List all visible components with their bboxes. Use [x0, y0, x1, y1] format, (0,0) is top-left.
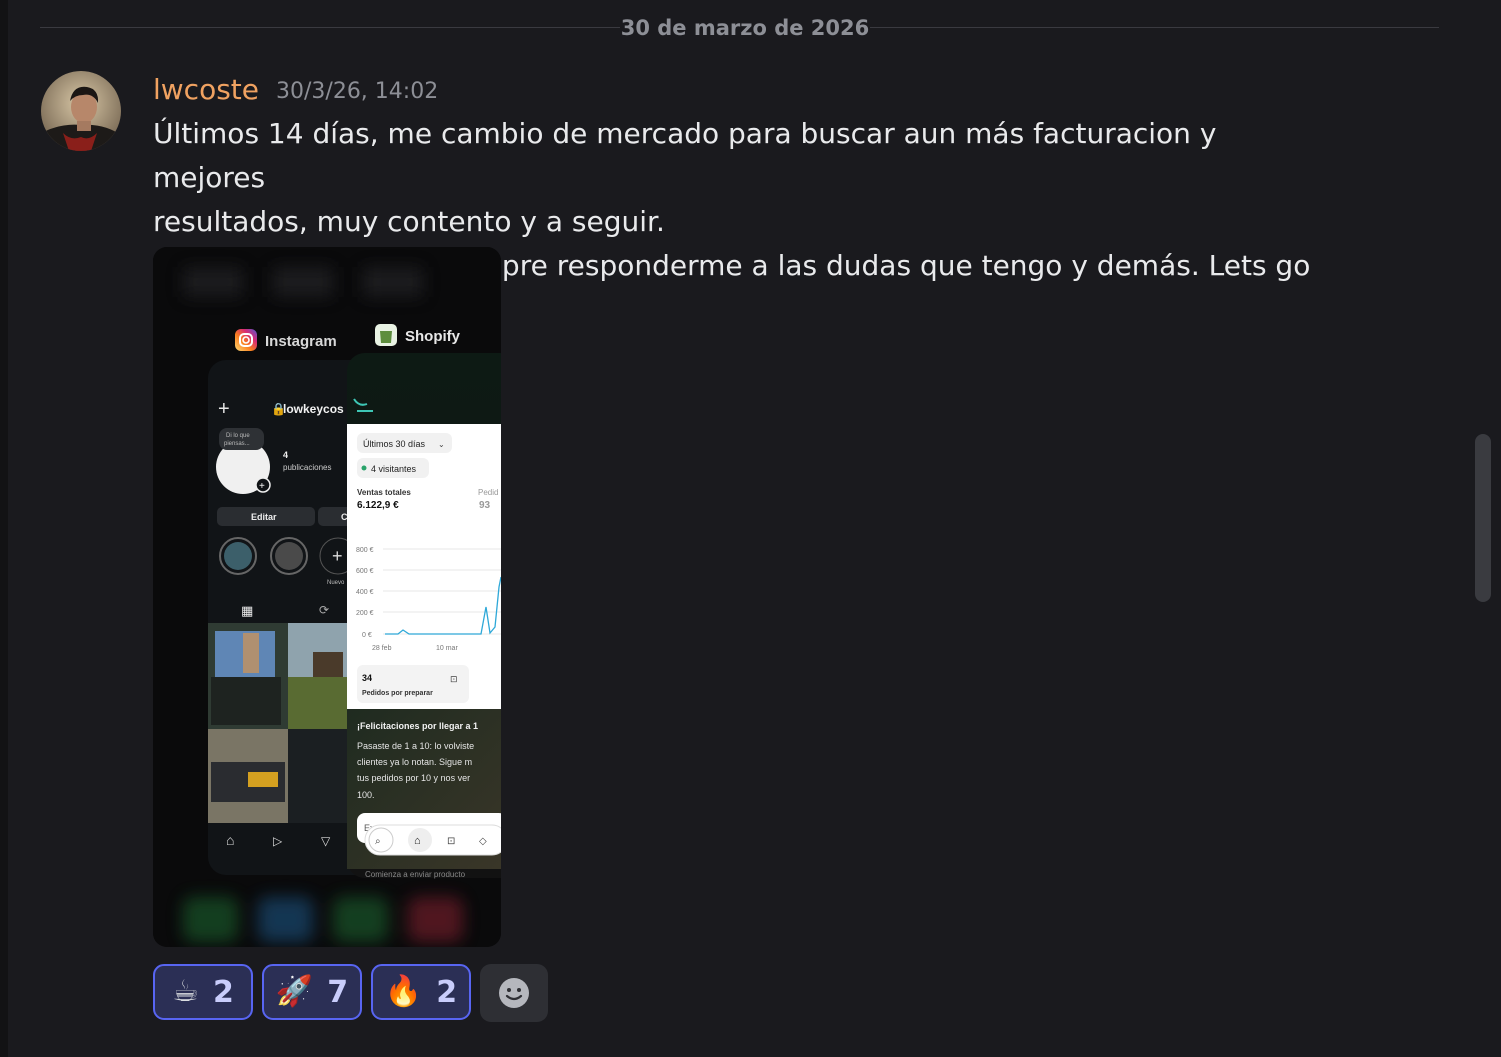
reaction-coffee[interactable]: ☕ 2 — [153, 964, 253, 1020]
add-reaction-button[interactable] — [480, 964, 548, 1022]
svg-text:lowkeycos: lowkeycos — [283, 402, 344, 416]
svg-text:10 mar: 10 mar — [436, 645, 458, 652]
svg-text:+: + — [332, 546, 343, 566]
svg-text:Di lo que: Di lo que — [226, 433, 250, 439]
svg-text:Últimos 30 días: Últimos 30 días — [363, 439, 426, 449]
scrollbar-thumb[interactable] — [1475, 434, 1491, 602]
svg-text:Pedid: Pedid — [478, 488, 498, 497]
svg-text:◇: ◇ — [479, 836, 487, 847]
reaction-count: 2 — [436, 974, 458, 1010]
svg-text:⊡: ⊡ — [450, 674, 458, 684]
svg-text:Ventas totales: Ventas totales — [357, 488, 411, 497]
svg-text:▷: ▷ — [273, 834, 283, 848]
avatar[interactable] — [41, 71, 121, 151]
svg-text:4 visitantes: 4 visitantes — [371, 464, 417, 474]
image-attachment[interactable]: Instagram Shopify + 🔒 lowkeycos Di lo qu… — [153, 247, 501, 947]
fire-icon: 🔥 — [384, 974, 423, 1009]
date-divider-label: 30 de marzo de 2026 — [620, 13, 870, 43]
reaction-rocket[interactable]: 🚀 7 — [262, 964, 362, 1020]
svg-text:Pasaste de 1 a 10: lo volviste: Pasaste de 1 a 10: lo volviste — [357, 741, 474, 751]
svg-text:Shopify: Shopify — [405, 328, 461, 345]
message-author[interactable]: lwcoste — [153, 70, 259, 110]
svg-text:C: C — [341, 512, 348, 522]
svg-text:Editar: Editar — [251, 512, 277, 522]
svg-text:¡Felicitaciones por llegar a 1: ¡Felicitaciones por llegar a 1 — [357, 721, 478, 731]
shopify-app-label: Shopify — [375, 324, 461, 346]
svg-text:⌄: ⌄ — [438, 440, 445, 449]
svg-text:4: 4 — [283, 450, 288, 460]
svg-text:800 €: 800 € — [356, 547, 374, 554]
svg-text:piensas...: piensas... — [224, 441, 250, 447]
svg-text:⟳: ⟳ — [319, 603, 329, 617]
left-edge — [0, 0, 8, 1057]
svg-text:⌂: ⌂ — [226, 832, 234, 848]
message-timestamp[interactable]: 30/3/26, 14:02 — [276, 76, 438, 108]
svg-text:100.: 100. — [357, 790, 375, 800]
message-line: resultados, muy contento y a seguir. — [153, 205, 665, 238]
svg-text:▽: ▽ — [321, 834, 331, 848]
svg-text:600 €: 600 € — [356, 568, 374, 575]
svg-text:⌂: ⌂ — [414, 835, 421, 847]
reactions-bar: ☕ 2 🚀 7 🔥 2 — [153, 964, 548, 1022]
reaction-fire[interactable]: 🔥 2 — [371, 964, 471, 1020]
smiley-icon — [499, 978, 529, 1008]
svg-text:Nuevo: Nuevo — [327, 580, 345, 586]
svg-text:200 €: 200 € — [356, 610, 374, 617]
svg-text:tus pedidos por 10 y nos ver: tus pedidos por 10 y nos ver — [357, 773, 470, 783]
svg-text:⊡: ⊡ — [447, 836, 455, 847]
svg-text:⌕: ⌕ — [375, 836, 381, 847]
svg-text:+: + — [259, 481, 265, 492]
svg-text:Instagram: Instagram — [265, 333, 337, 350]
svg-text:Pedidos por preparar: Pedidos por preparar — [362, 690, 433, 697]
svg-text:publicaciones: publicaciones — [283, 463, 331, 472]
svg-text:0 €: 0 € — [362, 632, 372, 639]
app-switcher-screenshot: Instagram Shopify + 🔒 lowkeycos Di lo qu… — [153, 247, 501, 947]
message-line: Últimos 14 días, me cambio de mercado pa… — [153, 117, 1217, 194]
svg-text:+: + — [218, 398, 230, 420]
svg-text:93: 93 — [479, 500, 491, 511]
svg-text:28 feb: 28 feb — [372, 645, 392, 652]
svg-text:▦: ▦ — [241, 603, 253, 618]
instagram-app-label: Instagram — [235, 329, 337, 351]
svg-text:clientes ya lo notan. Sigue m: clientes ya lo notan. Sigue m — [357, 757, 472, 767]
reaction-count: 2 — [213, 974, 234, 1010]
shopify-card: Últimos 30 días ⌄ 4 visitantes Ventas to… — [347, 353, 501, 879]
svg-text:Comienza a enviar producto: Comienza a enviar producto — [365, 870, 466, 879]
rocket-icon: 🚀 — [275, 974, 314, 1009]
coffee-icon: ☕ — [172, 974, 200, 1009]
reaction-count: 7 — [327, 974, 349, 1010]
svg-text:34: 34 — [362, 673, 372, 683]
svg-text:6.122,9 €: 6.122,9 € — [357, 500, 399, 511]
avatar-image — [41, 71, 121, 151]
svg-text:400 €: 400 € — [356, 589, 374, 596]
